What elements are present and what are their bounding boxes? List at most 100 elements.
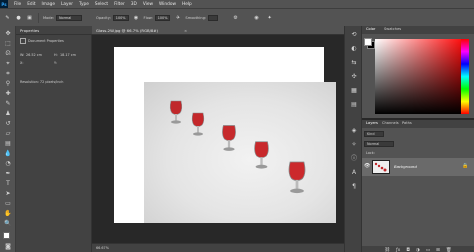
layer-filter-select[interactable]: Kind: [364, 131, 384, 137]
type-tool-icon[interactable]: T: [4, 180, 12, 188]
document-canvas[interactable]: [114, 47, 336, 223]
link-layers-icon[interactable]: ⛓: [384, 248, 390, 252]
dodge-tool-icon[interactable]: ◔: [4, 160, 12, 168]
resolution-text: Resolution: 72 pixels/inch: [20, 80, 64, 84]
lasso-tool-icon[interactable]: ᘏ: [4, 50, 12, 58]
layer-style-icon[interactable]: ƒx: [396, 248, 400, 252]
document-area: Properties Glass-2W.jpg @ 66.7% (RGB/8#)…: [16, 26, 344, 252]
mode-select[interactable]: Normal: [56, 14, 83, 21]
brush-preset-icon[interactable]: ✎: [4, 14, 11, 21]
tab-paths[interactable]: Paths: [402, 121, 412, 125]
height-value[interactable]: 18.17 cm: [60, 53, 76, 57]
canvas-area[interactable]: [92, 35, 344, 243]
layer-row-background[interactable]: 👁 Background 🔒: [362, 158, 474, 176]
layer-lock-icon[interactable]: 🔒: [462, 163, 468, 169]
shape-tool-icon[interactable]: ▭: [4, 200, 12, 208]
character-panel-icon[interactable]: A: [349, 168, 359, 178]
mode-label: Mode:: [43, 15, 55, 20]
new-layer-icon[interactable]: ⊞: [436, 248, 440, 252]
color-picker-field[interactable]: [375, 39, 467, 114]
menu-window[interactable]: Window: [159, 2, 176, 7]
history-panel-icon[interactable]: ⟲: [349, 30, 359, 40]
adjustments-panel-icon[interactable]: ◐: [349, 44, 359, 54]
properties-tab[interactable]: Properties: [16, 26, 92, 35]
eraser-icon[interactable]: ▱: [4, 130, 12, 138]
paths-panel-icon[interactable]: ✧: [349, 140, 359, 150]
tab-layers[interactable]: Layers: [366, 121, 378, 125]
tab-channels[interactable]: Channels: [382, 121, 399, 125]
opacity-field[interactable]: 100%: [112, 14, 129, 21]
layers-footer: ⛓ ƒx ◘ ◑ ▭ ⊞ 🗑: [362, 246, 474, 252]
menu-help[interactable]: Help: [182, 2, 192, 7]
pressure-opacity-icon[interactable]: ◉: [133, 14, 140, 21]
layers-panel-tabs: Layers Channels Paths: [362, 120, 474, 128]
menu-layer[interactable]: Layer: [61, 2, 73, 7]
menu-3d[interactable]: 3D: [131, 2, 137, 7]
paragraph-panel-icon[interactable]: ¶: [349, 182, 359, 192]
airbrush-icon[interactable]: ✈: [174, 14, 181, 21]
blur-tool-icon[interactable]: 💧: [4, 150, 12, 158]
healing-brush-icon[interactable]: ✚: [4, 90, 12, 98]
brushes-panel-icon[interactable]: ✣: [349, 72, 359, 82]
stamp-tool-icon[interactable]: ♟: [4, 110, 12, 118]
marquee-tool-icon[interactable]: ⬚: [4, 40, 12, 48]
libraries-panel-icon[interactable]: ⇆: [349, 58, 359, 68]
move-tool-icon[interactable]: ✥: [4, 30, 12, 38]
crop-tool-icon[interactable]: ⌗: [4, 70, 12, 78]
add-mask-icon[interactable]: ◘: [406, 248, 410, 252]
menu-type[interactable]: Type: [79, 2, 89, 7]
smoothing-settings-icon[interactable]: ⚙: [232, 14, 239, 21]
symmetry-icon[interactable]: ✦: [266, 14, 273, 21]
opacity-label: Opacity:: [96, 15, 111, 20]
zoom-tool-icon[interactable]: 🔍: [4, 220, 12, 228]
menu-edit[interactable]: Edit: [27, 2, 35, 7]
history-brush-icon[interactable]: ↺: [4, 120, 12, 128]
adjustment-layer-icon[interactable]: ◑: [416, 248, 420, 252]
gradient-tool-icon[interactable]: ▤: [4, 140, 12, 148]
visibility-eye-icon[interactable]: 👁: [364, 163, 370, 169]
quick-select-icon[interactable]: ⌖: [4, 60, 12, 68]
menu-select[interactable]: Select: [95, 2, 108, 7]
layer-thumbnail-image: [374, 162, 387, 172]
menu-file[interactable]: File: [14, 2, 21, 7]
document-tab[interactable]: Glass-2W.jpg @ 66.7% (RGB/8#) ×: [92, 26, 344, 35]
document-tab-title: Glass-2W.jpg @ 66.7% (RGB/8#): [96, 28, 158, 33]
hand-tool-icon[interactable]: ✋: [4, 210, 12, 218]
foreground-swatch[interactable]: [364, 38, 372, 46]
eyedropper-icon[interactable]: ⚲: [4, 80, 12, 88]
foreground-color-swatch[interactable]: [3, 232, 10, 239]
new-group-icon[interactable]: ▭: [426, 248, 430, 252]
pressure-size-icon[interactable]: ◉: [253, 14, 260, 21]
styles-panel-icon[interactable]: ▦: [349, 86, 359, 96]
tab-color[interactable]: Color: [366, 27, 375, 31]
menu-image[interactable]: Image: [42, 2, 55, 7]
flow-field[interactable]: 100%: [154, 14, 171, 21]
menu-view[interactable]: View: [143, 2, 153, 7]
quick-mask-icon[interactable]: ◙: [4, 243, 12, 251]
smoothing-label: Smoothing:: [185, 15, 207, 20]
brush-size-icon[interactable]: ●: [15, 14, 22, 21]
menu-filter[interactable]: Filter: [114, 2, 125, 7]
status-bar: 66.67%: [92, 243, 344, 252]
path-select-icon[interactable]: ➤: [4, 190, 12, 198]
lock-label: Lock:: [366, 151, 375, 155]
pen-tool-icon[interactable]: ✒: [4, 170, 12, 178]
channels-panel-icon[interactable]: ◈: [349, 126, 359, 136]
width-label: W:: [20, 53, 25, 57]
delete-layer-icon[interactable]: 🗑: [446, 248, 452, 252]
hue-slider[interactable]: [461, 39, 469, 114]
properties-panel-icon[interactable]: ▤: [349, 100, 359, 110]
toggle-brush-panel-icon[interactable]: ▣: [26, 14, 33, 21]
info-panel-icon[interactable]: ⓘ: [349, 154, 359, 164]
smoothing-field[interactable]: [208, 14, 219, 21]
layer-thumbnail: [372, 160, 390, 174]
properties-tab-label: Properties: [20, 28, 40, 33]
kind-label: Kind: [367, 132, 375, 136]
width-value[interactable]: 26.52 cm: [26, 53, 42, 57]
close-tab-icon[interactable]: ×: [184, 28, 187, 33]
blend-mode-select[interactable]: Normal: [364, 141, 394, 147]
brush-tool-icon[interactable]: ✎: [4, 100, 12, 108]
flow-label: Flow:: [143, 15, 153, 20]
zoom-level[interactable]: 66.67%: [96, 246, 109, 250]
tab-swatches[interactable]: Swatches: [384, 27, 401, 31]
